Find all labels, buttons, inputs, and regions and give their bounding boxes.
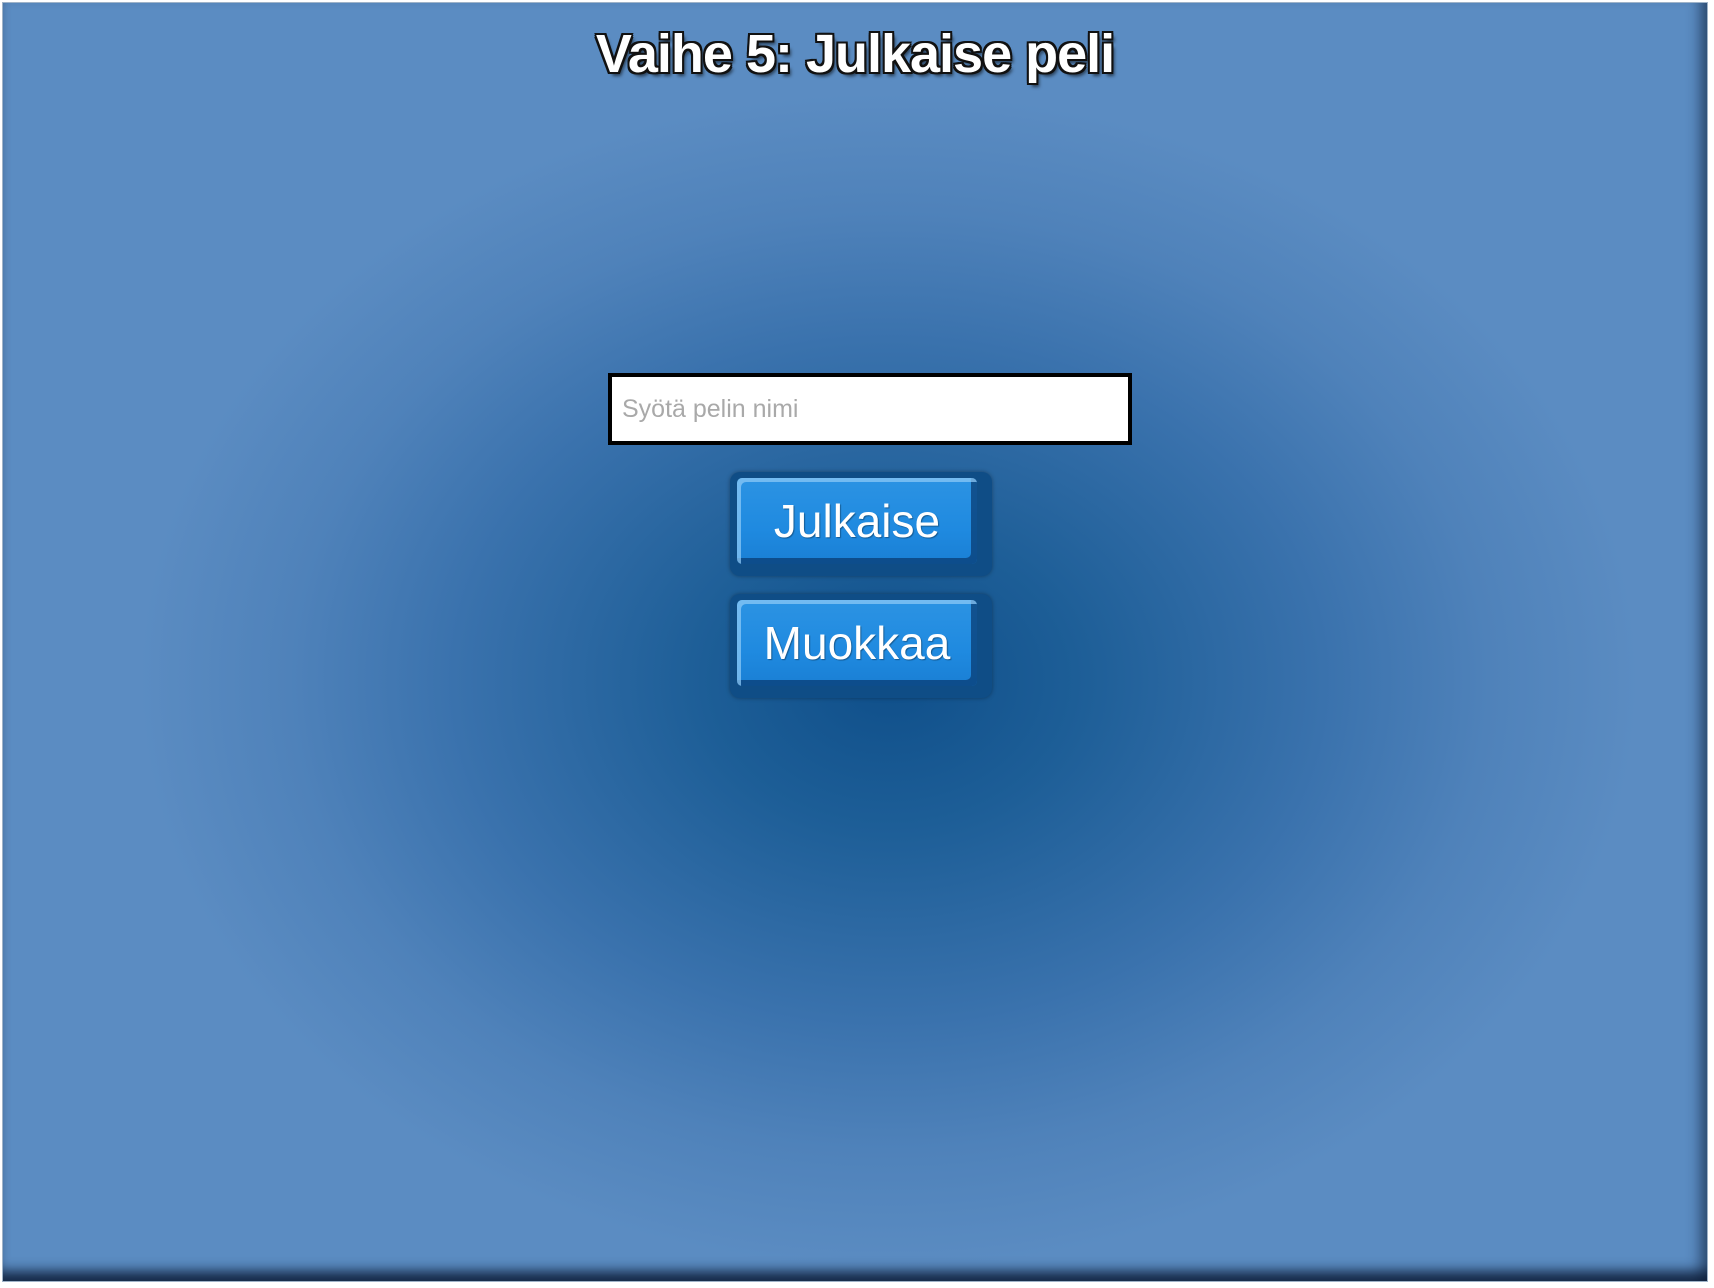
publish-button-frame: Julkaise bbox=[730, 472, 992, 576]
game-stage: Vaihe 5: Julkaise peli Julkaise Muokkaa bbox=[2, 2, 1708, 1282]
game-name-input[interactable] bbox=[608, 373, 1132, 445]
publish-button[interactable]: Julkaise bbox=[737, 478, 977, 564]
edit-button[interactable]: Muokkaa bbox=[737, 600, 977, 686]
page-title: Vaihe 5: Julkaise peli bbox=[595, 24, 1115, 84]
edit-button-frame: Muokkaa bbox=[730, 594, 992, 698]
